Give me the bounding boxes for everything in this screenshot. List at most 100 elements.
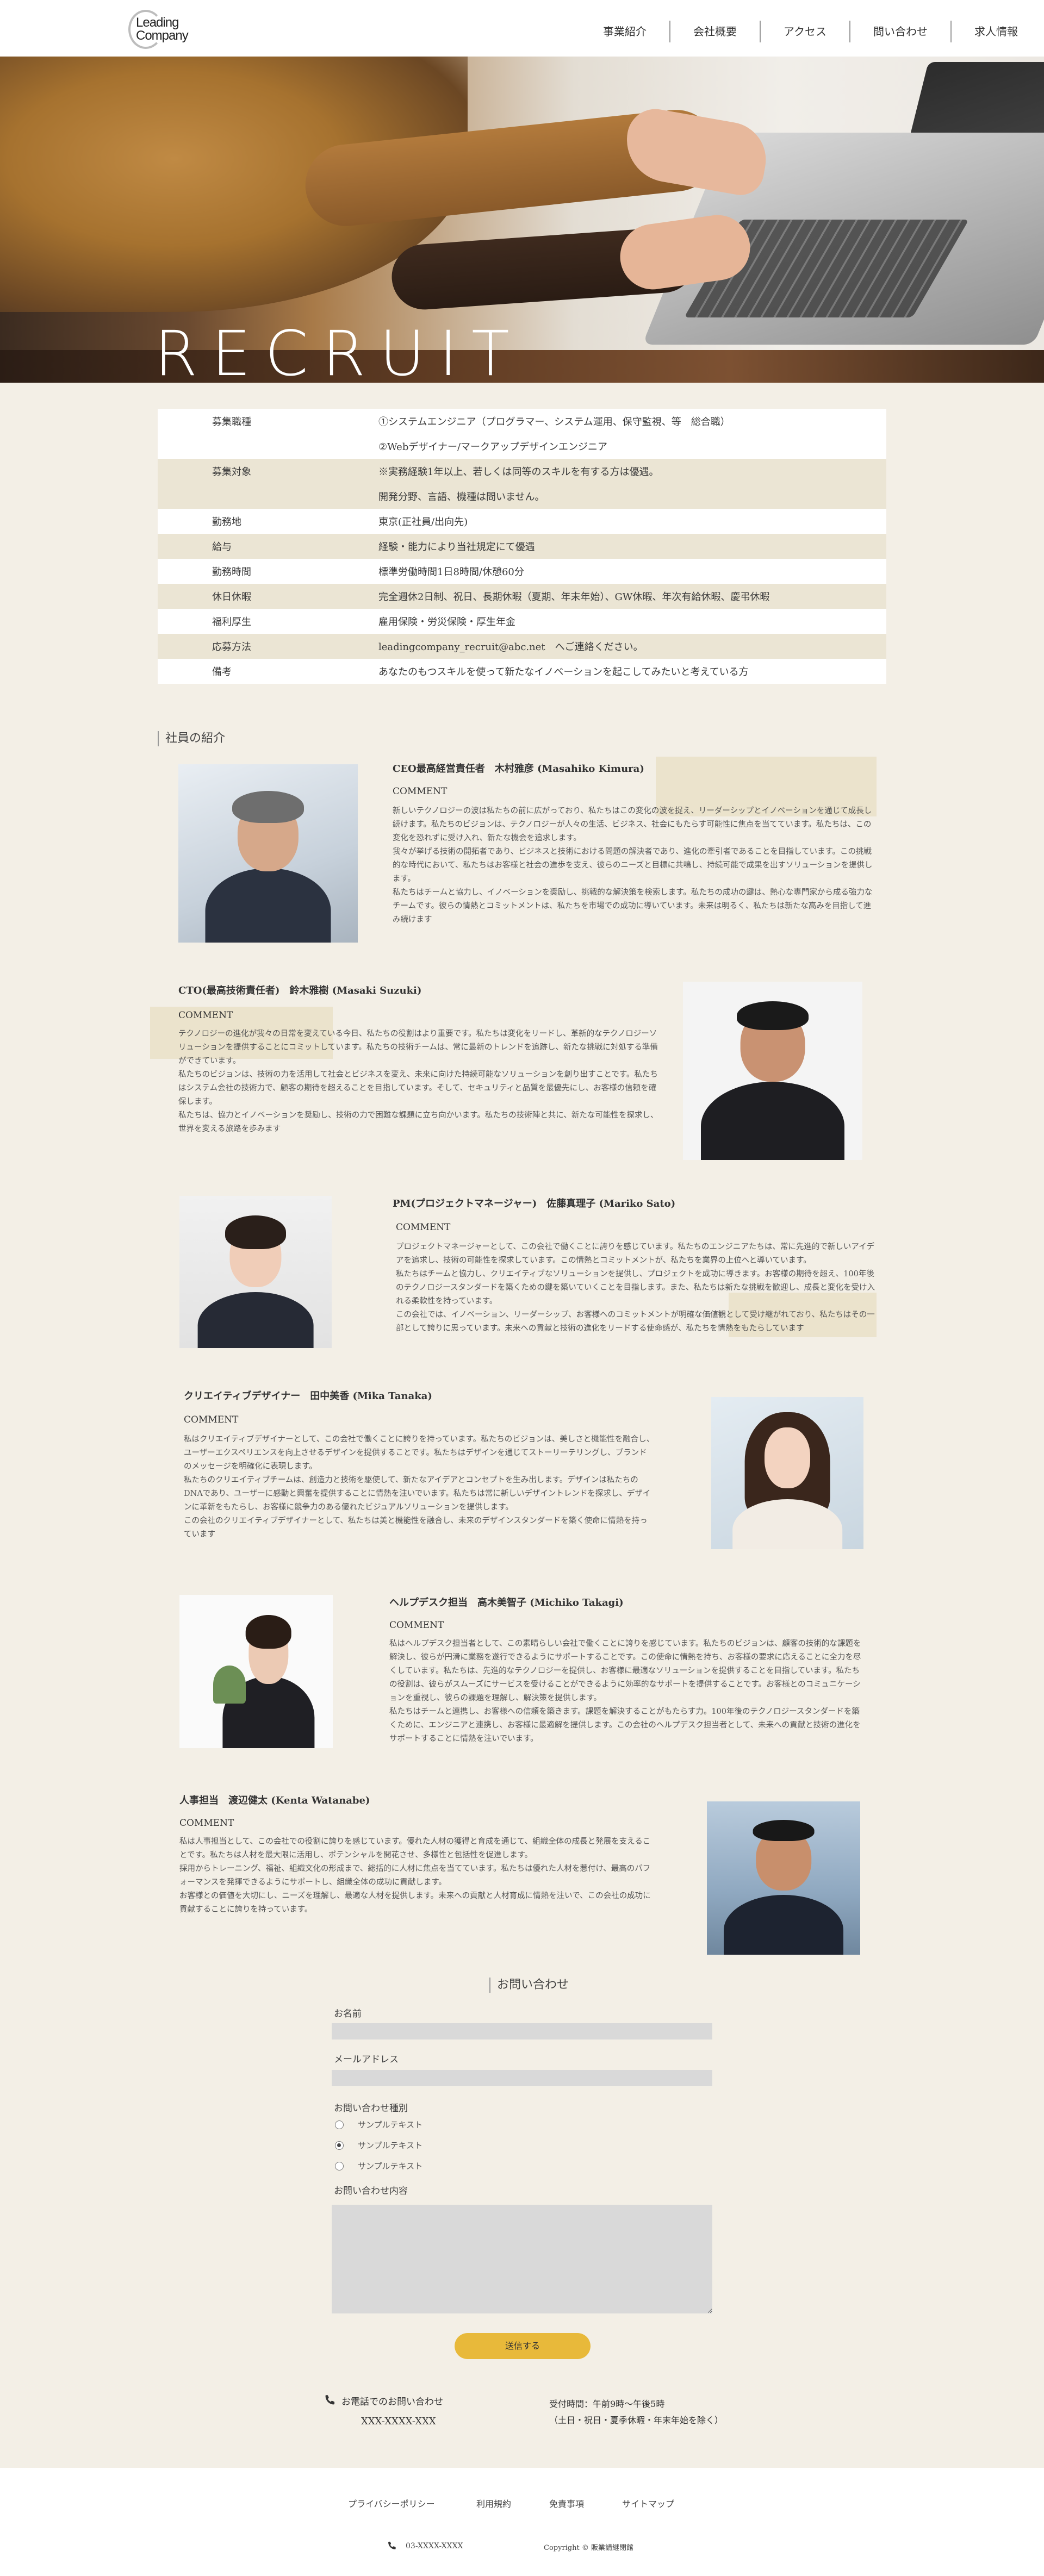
staff-comment: プロジェクトマネージャーとして、この会社で働くことに誇りを感じています。私たちの… bbox=[396, 1240, 877, 1336]
hero-banner: RECRUIT bbox=[0, 57, 1044, 383]
radio-option[interactable]: サンプルテキスト bbox=[335, 2119, 422, 2130]
inquiry-content-textarea[interactable] bbox=[332, 2205, 712, 2313]
table-value: 雇用保険・労災保険・厚生年金 bbox=[370, 609, 886, 634]
staff-photo-cto bbox=[683, 982, 862, 1160]
comment-paragraph: 私は人事担当として、この会社での役割に誇りを感じています。優れた人材の獲得と育成… bbox=[179, 1837, 651, 1860]
radio-button[interactable] bbox=[335, 2161, 344, 2170]
nav-item-recruit[interactable]: 求人情報 bbox=[952, 21, 1044, 42]
radio-button[interactable] bbox=[335, 2120, 344, 2129]
logo[interactable]: Leading Company bbox=[128, 10, 204, 49]
staff-comment: 私はヘルプデスク担当者として、この素晴らしい会社で働くことに誇りを感じています。… bbox=[389, 1637, 863, 1746]
copyright: Copyright © 販業請継閉館 bbox=[544, 2544, 633, 2552]
comment-label: COMMENT bbox=[396, 1222, 451, 1233]
staff-comment: 新しいテクノロジーの波は私たちの前に広がっており、私たちはこの変化の波を捉え、リ… bbox=[393, 804, 877, 927]
staff-photo-pm bbox=[179, 1196, 332, 1348]
table-row: 休日休暇 完全週休2日制、祝日、長期休暇（夏期、年末年始）、GW休暇、年次有給休… bbox=[158, 584, 886, 609]
comment-paragraph: 私たちのビジョンは、技術の力を活用して社会とビジネスを変え、未来に向けた持続可能… bbox=[178, 1070, 658, 1106]
email-label: メールアドレス bbox=[334, 2054, 399, 2065]
staff-section-title: 社員の紹介 bbox=[158, 731, 225, 746]
table-value: ②Webデザイナー/マークアップデザインエンジニア bbox=[370, 434, 886, 459]
comment-label: COMMENT bbox=[179, 1818, 234, 1829]
staff-name: CEO最高経営責任者 木村雅彦 (Masahiko Kimura) bbox=[393, 763, 644, 775]
nav-item-company[interactable]: 会社概要 bbox=[670, 21, 761, 42]
table-row: 給与 経験・能力により当社規定にて優遇 bbox=[158, 534, 886, 559]
table-row: 備考 あなたのもつスキルを使って新たなイノベーションを起こしてみたいと考えている… bbox=[158, 659, 886, 684]
radio-button-selected[interactable] bbox=[335, 2141, 344, 2150]
radio-option[interactable]: サンプルテキスト bbox=[335, 2160, 422, 2172]
comment-paragraph: お客様との価値を大切にし、ニーズを理解し、最適な人材を提供します。未来への貢献と… bbox=[179, 1892, 651, 1914]
table-row: 応募方法 leadingcompany_recruit@abc.net へご連絡… bbox=[158, 634, 886, 659]
comment-paragraph: 私たちは、協力とイノベーションを奨励し、技術の力で困難な課題に立ち向かいます。私… bbox=[178, 1111, 658, 1133]
table-key: 応募方法 bbox=[158, 634, 370, 659]
comment-label: COMMENT bbox=[389, 1620, 444, 1631]
name-label: お名前 bbox=[334, 2009, 362, 2019]
comment-paragraph: 私はクリエイティブデザイナーとして、この会社で働くことに誇りを持っています。私た… bbox=[184, 1435, 655, 1471]
table-key: 募集対象 bbox=[158, 459, 370, 484]
phone-icon bbox=[388, 2541, 396, 2549]
staff-comment: テクノロジーの進化が我々の日常を変えている今日、私たちの役割はより重要です。私た… bbox=[178, 1027, 662, 1136]
staff-comment: 私はクリエイティブデザイナーとして、この会社で働くことに誇りを持っています。私た… bbox=[184, 1433, 655, 1542]
radio-option-label: サンプルテキスト bbox=[358, 2141, 423, 2150]
phone-number[interactable]: XXX-XXXX-XXX bbox=[361, 2416, 436, 2427]
recruit-info-table: 募集職種 ①システムエンジニア（プログラマー、システム運用、保守監視、等 総合職… bbox=[158, 409, 886, 684]
table-key: 勤務地 bbox=[158, 509, 370, 534]
hero-title: RECRUIT bbox=[154, 317, 524, 383]
footer-link-disclaimer[interactable]: 免責事項 bbox=[549, 2497, 584, 2510]
nav-item-contact[interactable]: 問い合わせ bbox=[850, 21, 952, 42]
table-key: 福利厚生 bbox=[158, 609, 370, 634]
staff-name: 人事担当 渡辺健太 (Kenta Watanabe) bbox=[179, 1795, 370, 1806]
table-row: ②Webデザイナー/マークアップデザインエンジニア bbox=[158, 434, 886, 459]
inquiry-type-label: お問い合わせ種別 bbox=[334, 2103, 408, 2114]
radio-option-label: サンプルテキスト bbox=[358, 2120, 423, 2130]
site-header: Leading Company 事業紹介 会社概要 アクセス 問い合わせ 求人情… bbox=[0, 0, 1044, 57]
table-value: ※実務経験1年以上、若しくは同等のスキルを有する方は優遇。 bbox=[370, 459, 886, 484]
comment-paragraph: 私たちのクリエイティブチームは、創造力と技術を駆使して、新たなアイデアとコンセプ… bbox=[184, 1476, 651, 1512]
footer-link-privacy[interactable]: プライバシーポリシー bbox=[348, 2497, 435, 2510]
nav-item-access[interactable]: アクセス bbox=[761, 21, 850, 42]
table-key bbox=[158, 484, 370, 509]
comment-paragraph: この会社のクリエイティブデザイナーとして、私たちは美と機能性を融合し、未来のデザ… bbox=[184, 1517, 648, 1539]
staff-photo-hr bbox=[707, 1801, 860, 1955]
reception-hours-line: 受付時間：午前9時〜午後5時 bbox=[549, 2399, 665, 2409]
comment-paragraph: 私たちはチームと協力し、クリエイティブなソリューションを提供し、プロジェクトを成… bbox=[396, 1270, 875, 1306]
comment-paragraph: プロジェクトマネージャーとして、この会社で働くことに誇りを感じています。私たちの… bbox=[396, 1243, 875, 1265]
comment-paragraph: 新しいテクノロジーの波は私たちの前に広がっており、私たちはこの変化の波を捉え、リ… bbox=[393, 807, 872, 843]
logo-text: Leading Company bbox=[136, 15, 189, 43]
table-row: 勤務時間 標準労働時間1日8時間/休憩60分 bbox=[158, 559, 886, 584]
comment-paragraph: 私たちはチームと協力し、イノベーションを奨励し、挑戦的な解決策を検索します。私た… bbox=[393, 888, 873, 924]
reception-hours-line: （土日・祝日・夏季休暇・年末年始を除く） bbox=[549, 2415, 724, 2425]
staff-photo-ceo bbox=[178, 764, 358, 943]
comment-label: COMMENT bbox=[178, 1010, 233, 1021]
radio-option[interactable]: サンプルテキスト bbox=[335, 2140, 422, 2151]
logo-line1: Leading bbox=[136, 15, 179, 30]
table-value: ①システムエンジニア（プログラマー、システム運用、保守監視、等 総合職） bbox=[370, 409, 886, 434]
table-key bbox=[158, 434, 370, 459]
table-value: 東京(正社員/出向先) bbox=[370, 509, 886, 534]
staff-name: ヘルプデスク担当 高木美智子 (Michiko Takagi) bbox=[389, 1597, 624, 1608]
footer-link-sitemap[interactable]: サイトマップ bbox=[622, 2497, 674, 2510]
logo-line2: Company bbox=[136, 28, 189, 43]
staff-name: PM(プロジェクトマネージャー) 佐藤真理子 (Mariko Sato) bbox=[393, 1198, 676, 1209]
email-input[interactable] bbox=[332, 2070, 712, 2086]
phone-icon bbox=[325, 2395, 335, 2405]
submit-button[interactable]: 送信する bbox=[455, 2333, 591, 2359]
phone-inquiry-title: お電話でのお問い合わせ bbox=[341, 2397, 443, 2407]
table-value: 経験・能力により当社規定にて優遇 bbox=[370, 534, 886, 559]
name-input[interactable] bbox=[332, 2023, 712, 2039]
comment-label: COMMENT bbox=[393, 786, 448, 797]
table-key: 勤務時間 bbox=[158, 559, 370, 584]
footer-phone[interactable]: 03-XXXX-XXXX bbox=[406, 2542, 463, 2550]
table-key: 備考 bbox=[158, 659, 370, 684]
staff-photo-helpdesk bbox=[179, 1595, 333, 1748]
comment-label: COMMENT bbox=[184, 1414, 239, 1425]
table-row: 募集職種 ①システムエンジニア（プログラマー、システム運用、保守監視、等 総合職… bbox=[158, 409, 886, 434]
staff-comment: 私は人事担当として、この会社での役割に誇りを感じています。優れた人材の獲得と育成… bbox=[179, 1835, 657, 1917]
inquiry-content-label: お問い合わせ内容 bbox=[334, 2186, 408, 2197]
footer-link-terms[interactable]: 利用規約 bbox=[476, 2497, 511, 2510]
table-value: leadingcompany_recruit@abc.net へご連絡ください。 bbox=[370, 634, 886, 659]
reception-hours: 受付時間：午前9時〜午後5時 （土日・祝日・夏季休暇・年末年始を除く） bbox=[549, 2396, 723, 2429]
nav-item-business[interactable]: 事業紹介 bbox=[580, 21, 670, 42]
comment-paragraph: 我々が挙げる技術の開拓者であり、ビジネスと技術における問題の解決者であり、進化の… bbox=[393, 847, 873, 883]
table-key: 給与 bbox=[158, 534, 370, 559]
table-key: 休日休暇 bbox=[158, 584, 370, 609]
